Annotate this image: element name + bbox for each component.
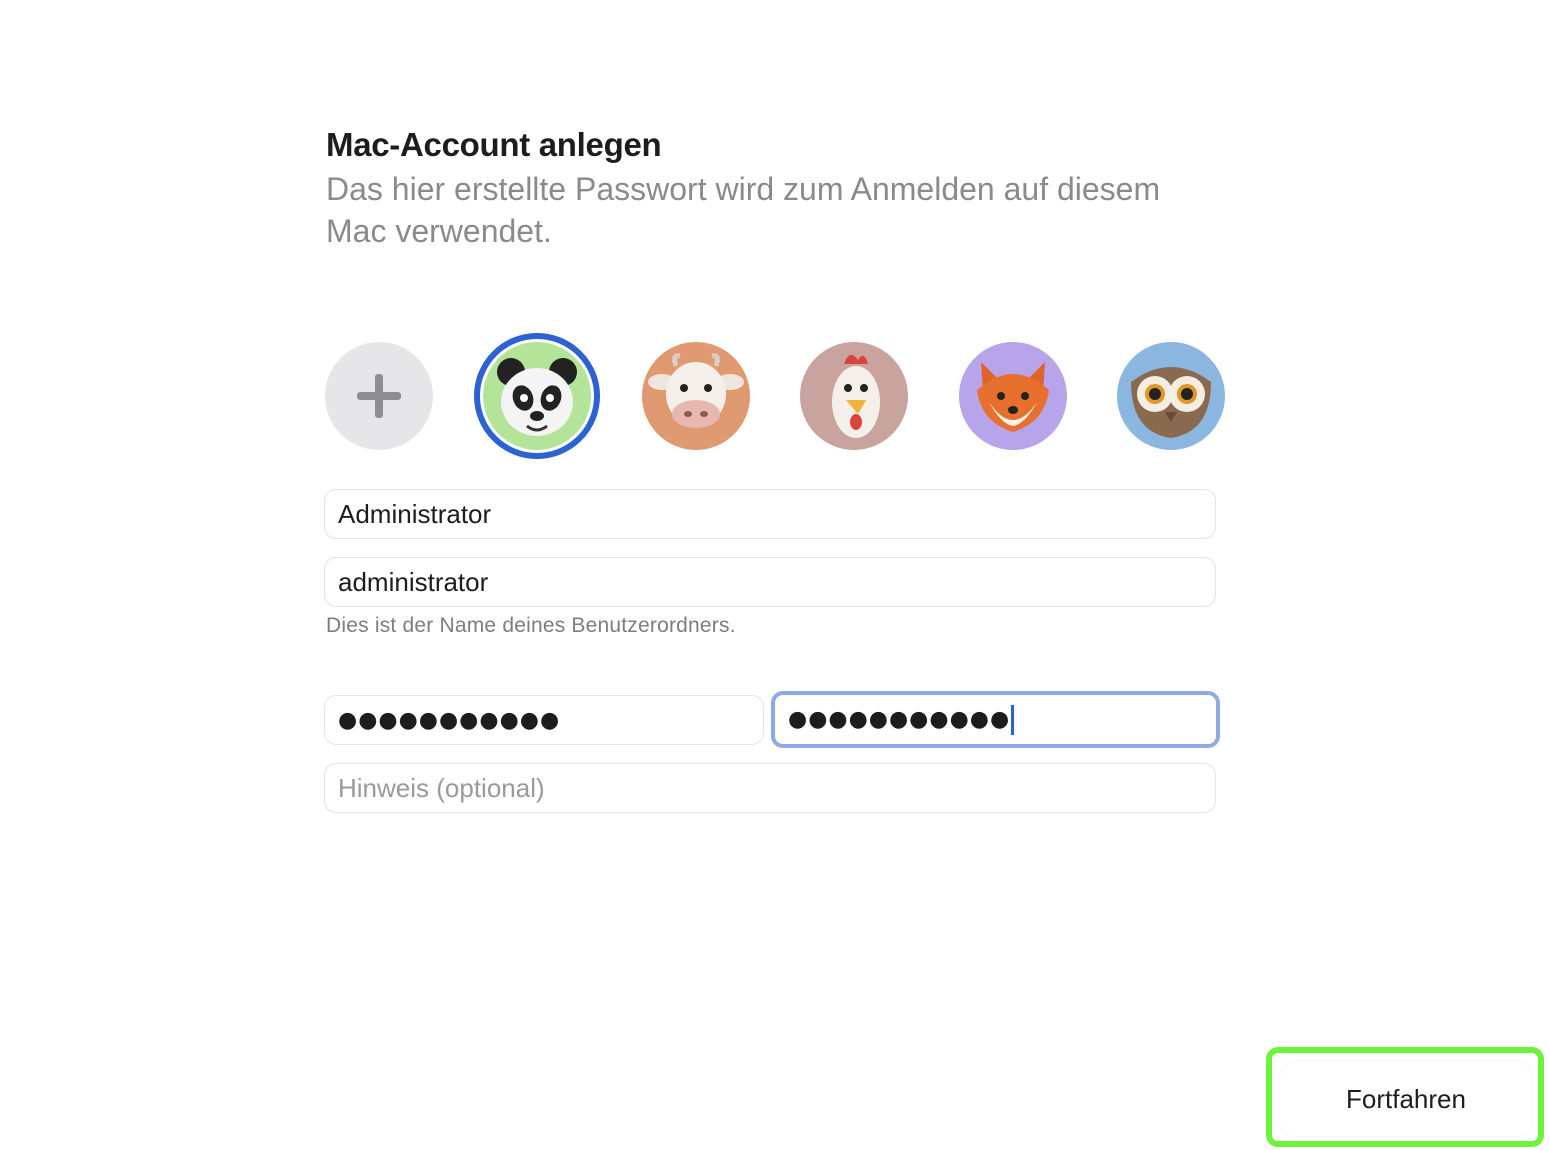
account-name-field[interactable]: administrator — [324, 557, 1216, 607]
account-name-hint: Dies ist der Name deines Benutzerordners… — [326, 614, 736, 637]
chicken-icon — [800, 342, 908, 450]
avatar-chicken[interactable] — [800, 342, 908, 450]
fox-icon — [959, 342, 1067, 450]
account-name-value: administrator — [338, 566, 489, 597]
page-subtitle: Das hier erstellte Passwort wird zum Anm… — [326, 171, 1161, 249]
avatar-cow[interactable] — [642, 342, 750, 450]
text-caret — [1011, 704, 1015, 735]
plus-icon — [357, 374, 401, 418]
cow-icon — [642, 342, 750, 450]
panda-icon — [483, 342, 591, 450]
owl-icon — [1117, 342, 1225, 450]
verify-password-value: ●●●●●●●●●●● — [788, 707, 1011, 732]
password-field[interactable]: ●●●●●●●●●●● — [324, 695, 764, 745]
password-value: ●●●●●●●●●●● — [338, 707, 561, 733]
continue-button[interactable]: Fortfahren — [1280, 1062, 1532, 1136]
avatar-fox[interactable] — [959, 342, 1067, 450]
password-hint-field[interactable]: Hinweis (optional) — [324, 763, 1216, 813]
password-hint-placeholder: Hinweis (optional) — [338, 772, 545, 803]
full-name-field[interactable]: Administrator — [324, 489, 1216, 539]
page-title: Mac-Account anlegen — [326, 126, 662, 163]
full-name-value: Administrator — [338, 498, 492, 529]
add-avatar-button[interactable] — [325, 342, 433, 450]
avatar-owl[interactable] — [1117, 342, 1225, 450]
continue-button-label: Fortfahren — [1346, 1083, 1466, 1114]
create-account-page: Mac-Account anlegen Das hier erstellte P… — [0, 0, 1550, 1150]
verify-password-field[interactable]: ●●●●●●●●●●● — [771, 691, 1220, 748]
avatar-panda[interactable] — [483, 342, 591, 450]
